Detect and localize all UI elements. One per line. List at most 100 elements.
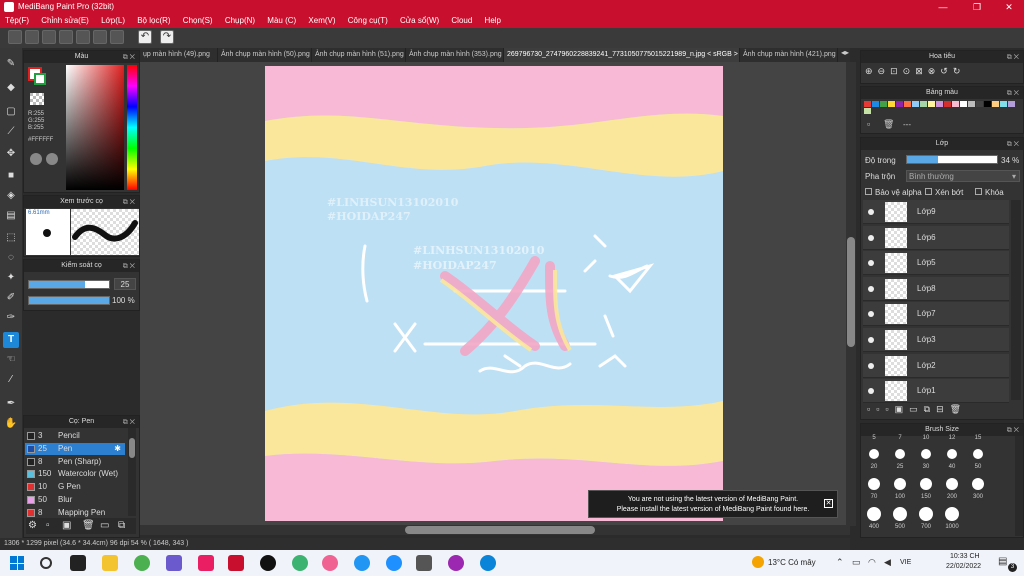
app-icon-1[interactable] <box>198 555 214 571</box>
rotate-left-icon[interactable]: ↺ <box>940 66 953 76</box>
clock-date[interactable]: 22/02/2022 <box>946 563 981 570</box>
close-icon[interactable]: ✕ <box>994 0 1024 14</box>
blend-mode-select[interactable]: Bình thường ▾ <box>906 170 1020 182</box>
volume-icon[interactable]: ◀ <box>884 557 891 568</box>
protect-alpha-checkbox[interactable] <box>865 188 872 195</box>
capcut-icon[interactable] <box>70 555 86 571</box>
panel-popout-icon[interactable]: ⧉ ✕ <box>123 52 135 64</box>
rotate-right-icon[interactable]: ↻ <box>953 66 966 76</box>
app-icon-5[interactable] <box>448 555 464 571</box>
select-tool-icon[interactable]: ⬚ <box>3 230 19 246</box>
layer-visibility-icon[interactable] <box>868 337 874 343</box>
new-8bit-layer-icon[interactable]: ▫ <box>885 404 894 414</box>
brush-size-option[interactable] <box>919 507 933 521</box>
menu-help[interactable]: Help <box>480 14 506 27</box>
file-explorer-icon[interactable] <box>102 555 118 571</box>
edge-icon[interactable] <box>480 555 496 571</box>
clock-time[interactable]: 10:33 CH <box>950 553 980 560</box>
duplicate-layer-icon[interactable]: ⧉ <box>924 404 936 414</box>
clip-checkbox[interactable] <box>925 188 932 195</box>
palette-swatch[interactable] <box>880 101 887 107</box>
palette-swatch[interactable] <box>952 101 959 107</box>
tab-doc-active[interactable]: 269796730_2747960228839241_7731050775015… <box>504 48 740 62</box>
layer-folder-icon[interactable]: ▭ <box>909 404 924 414</box>
gradient-tool-icon[interactable]: ▤ <box>3 208 19 224</box>
menu-color[interactable]: Màu (C) <box>262 14 301 27</box>
menu-view[interactable]: Xem(V) <box>303 14 340 27</box>
background-color-swatch[interactable] <box>34 73 46 85</box>
brush-size-slider[interactable] <box>28 280 110 289</box>
palette-swatch[interactable] <box>920 101 927 107</box>
color-picker-icon[interactable] <box>30 153 42 165</box>
canvas[interactable]: #LINHSUN13102010 #HOIDAP247 #LINHSUN1310… <box>265 66 723 521</box>
layer-scrollbar[interactable] <box>1011 200 1021 400</box>
brush-size-option[interactable] <box>945 507 959 521</box>
layer-add-menu-icon[interactable]: ▣ <box>895 404 910 414</box>
app-icon-2[interactable] <box>292 555 308 571</box>
layer-row[interactable]: Lớp2 <box>863 353 1009 378</box>
brush-size-option[interactable] <box>894 478 906 490</box>
palette-swatch[interactable] <box>888 101 895 107</box>
brush-item[interactable]: 3 Pencil <box>25 430 125 442</box>
redo-icon[interactable]: ↷ <box>160 30 174 44</box>
flip-icon[interactable]: ⊗ <box>928 66 941 76</box>
palette-swatch[interactable] <box>960 101 967 107</box>
undo-icon[interactable]: ↶ <box>138 30 152 44</box>
brush-settings-gear-icon[interactable]: ✱ <box>114 443 121 455</box>
operation-tool-icon[interactable]: ☜ <box>3 352 19 368</box>
palette-swatch[interactable] <box>904 101 911 107</box>
zoom-out-icon[interactable]: ⊖ <box>878 66 891 76</box>
palette-menu[interactable]: --- <box>903 120 911 129</box>
hue-slider[interactable] <box>127 65 137 190</box>
brush-delete-icon[interactable]: 🗑 <box>82 520 95 531</box>
brush-settings-icon[interactable]: ⚙ <box>28 520 37 531</box>
palette-swatch[interactable] <box>944 101 951 107</box>
tab-doc-49[interactable]: ụp màn hình (49).png <box>140 48 218 62</box>
brush-copy-icon[interactable]: ⧉ <box>118 520 125 531</box>
palette-swatch[interactable] <box>992 101 999 107</box>
medibang-icon[interactable] <box>228 555 244 571</box>
brush-list-menu-icon[interactable]: ▣ <box>62 520 71 531</box>
palette-swatch[interactable] <box>896 101 903 107</box>
brush-size-value[interactable]: 25 <box>114 278 136 290</box>
palette-swatch[interactable] <box>984 101 991 107</box>
actual-size-icon[interactable]: ⊠ <box>915 66 928 76</box>
layer-row[interactable]: Lớp8 <box>863 276 1009 301</box>
brush-add-icon[interactable]: ▫ <box>46 520 50 531</box>
brush-item[interactable]: 50 Blur <box>25 494 125 506</box>
eyedropper-icon[interactable]: ⁄ <box>3 372 19 388</box>
merge-layer-icon[interactable]: ⊟ <box>936 404 950 414</box>
palette-swatch[interactable] <box>936 101 943 107</box>
windows-start-icon[interactable] <box>10 556 24 570</box>
network-icon[interactable]: ▭ <box>852 557 861 568</box>
camera-icon[interactable] <box>416 555 432 571</box>
menu-select[interactable]: Chọn(S) <box>178 14 218 27</box>
tab-doc-51[interactable]: Ảnh chụp màn hình (51).png <box>312 48 406 62</box>
app-icon-4[interactable] <box>386 555 402 571</box>
fill-rect-tool-icon[interactable]: ■ <box>3 168 19 184</box>
brush-size-option[interactable] <box>946 478 958 490</box>
vertical-scrollbar[interactable] <box>846 62 856 526</box>
brush-list-scrollbar[interactable] <box>128 428 136 516</box>
brush-item[interactable]: 150 Watercolor (Wet) <box>25 468 125 480</box>
palette-swatches[interactable] <box>864 101 1015 115</box>
menu-edit[interactable]: Chỉnh sửa(E) <box>36 14 94 27</box>
palette-swatch[interactable] <box>864 108 871 114</box>
palette-swatch[interactable] <box>1008 101 1015 107</box>
layer-visibility-icon[interactable] <box>868 260 874 267</box>
search-icon[interactable] <box>40 557 52 569</box>
brush-size-scrollbar[interactable] <box>1015 436 1023 536</box>
update-notification[interactable]: You are not using the latest version of … <box>588 490 838 518</box>
brush-folder-icon[interactable]: ▭ <box>100 520 109 531</box>
select-eraser-icon[interactable]: ✑ <box>3 310 19 326</box>
brush-size-option[interactable] <box>947 449 957 459</box>
list-icon[interactable] <box>93 30 107 44</box>
brush-size-option[interactable] <box>921 449 931 459</box>
brush-size-option[interactable] <box>973 449 983 459</box>
pen-tool-icon[interactable]: ✒ <box>3 396 19 412</box>
brush-size-option[interactable] <box>867 507 881 521</box>
brush-size-option[interactable] <box>972 478 984 490</box>
magic-wand-icon[interactable]: ✦ <box>3 270 19 286</box>
brush-opacity-slider[interactable] <box>28 296 110 305</box>
brush-size-option[interactable] <box>895 449 905 459</box>
